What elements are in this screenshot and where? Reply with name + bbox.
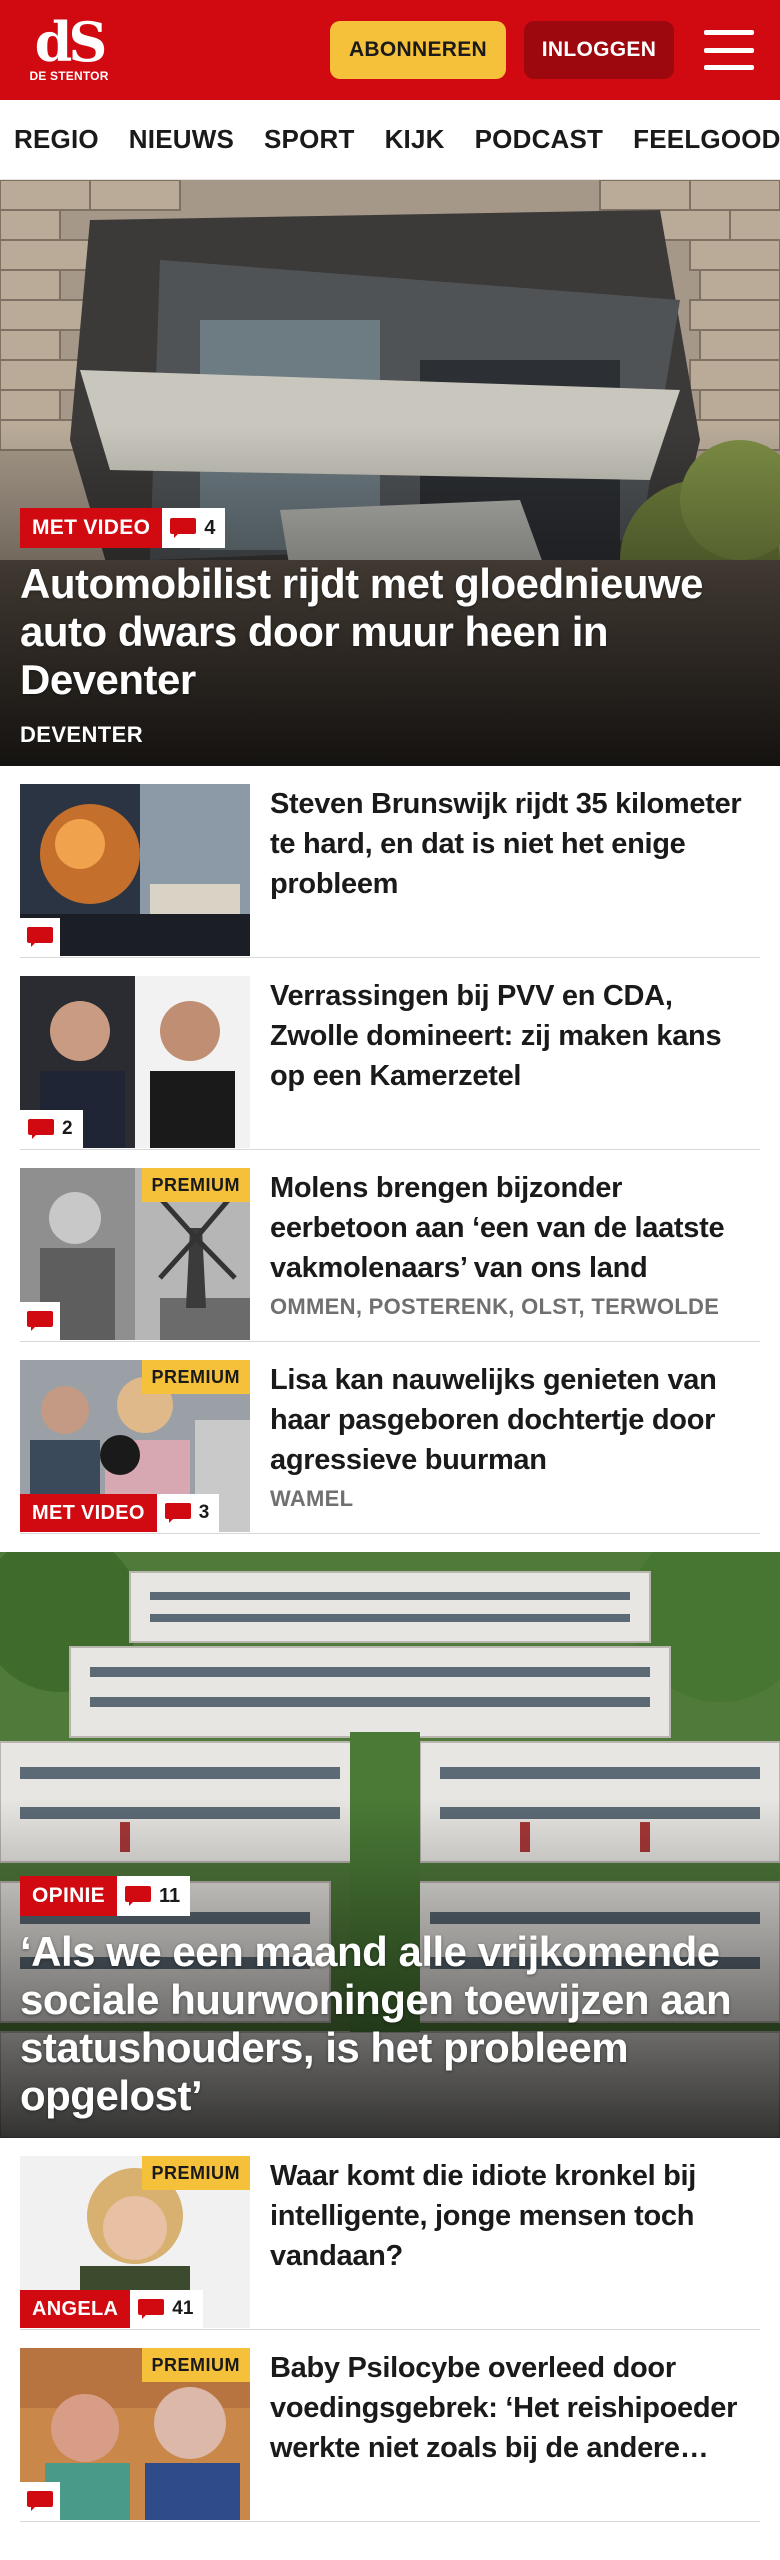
article-list-2: PREMIUM ANGELA 41 Waar komt die idiote k… bbox=[0, 2138, 780, 2522]
premium-badge: PREMIUM bbox=[141, 2156, 250, 2190]
nav-item-feelgood[interactable]: FEELGOOD bbox=[633, 124, 780, 155]
columnist-label: ANGELA bbox=[20, 2290, 131, 2328]
comment-icon bbox=[27, 1311, 53, 1331]
hero-location: DEVENTER bbox=[20, 722, 143, 747]
article-thumbnail: 2 bbox=[20, 976, 250, 1148]
opinion-hero-article[interactable]: OPINIE 11 ‘Als we een maand alle vrijkom… bbox=[0, 1552, 780, 2138]
subscribe-button[interactable]: ABONNEREN bbox=[330, 21, 506, 79]
top-bar: dS DE STENTOR ABONNEREN INLOGGEN bbox=[0, 0, 780, 100]
article-headline[interactable]: Lisa kan nauwelijks genieten van haar pa… bbox=[270, 1360, 760, 1480]
comment-count[interactable]: 2 bbox=[20, 1110, 83, 1148]
premium-badge: PREMIUM bbox=[141, 2348, 250, 2382]
hero-labels: MET VIDEO 4 bbox=[20, 508, 760, 548]
article-headline[interactable]: Baby Psilocybe overleed door voedingsgeb… bbox=[270, 2348, 760, 2468]
nav-item-nieuws[interactable]: NIEUWS bbox=[129, 124, 234, 155]
article-thumbnail: PREMIUM ANGELA 41 bbox=[20, 2156, 250, 2328]
comment-icon bbox=[124, 1886, 151, 1906]
comment-icon bbox=[27, 927, 53, 947]
nav-item-sport[interactable]: SPORT bbox=[264, 124, 355, 155]
premium-badge: PREMIUM bbox=[141, 1360, 250, 1394]
article-headline[interactable]: Molens brengen bijzonder eerbetoon aan ‘… bbox=[270, 1168, 760, 1288]
article-headline[interactable]: Verrassingen bij PVV en CDA, Zwolle domi… bbox=[270, 976, 760, 1096]
comment-button[interactable] bbox=[20, 918, 60, 956]
article-list: Steven Brunswijk rijdt 35 kilometer te h… bbox=[0, 766, 780, 1534]
comment-button[interactable] bbox=[20, 1302, 60, 1340]
nav-item-kijk[interactable]: KIJK bbox=[385, 124, 445, 155]
article-thumbnail: PREMIUM bbox=[20, 1168, 250, 1340]
video-label: MET VIDEO bbox=[20, 1494, 157, 1532]
article-thumbnail bbox=[20, 784, 250, 956]
video-label: MET VIDEO bbox=[20, 508, 163, 548]
comment-count[interactable]: 3 bbox=[156, 1494, 220, 1532]
hero-article[interactable]: MET VIDEO 4 Automobilist rijdt met gloed… bbox=[0, 180, 780, 766]
article-headline[interactable]: Steven Brunswijk rijdt 35 kilometer te h… bbox=[270, 784, 760, 904]
article-headline[interactable]: Waar komt die idiote kronkel bij intelli… bbox=[270, 2156, 760, 2276]
comment-icon bbox=[138, 2299, 165, 2319]
article-thumbnail: PREMIUM bbox=[20, 2348, 250, 2520]
list-item[interactable]: PREMIUM Baby Psilocybe overleed door voe… bbox=[20, 2330, 760, 2522]
comment-icon bbox=[164, 1503, 191, 1523]
comment-count[interactable]: 4 bbox=[162, 508, 226, 548]
list-item[interactable]: 2 Verrassingen bij PVV en CDA, Zwolle do… bbox=[20, 958, 760, 1150]
list-item[interactable]: PREMIUM ANGELA 41 Waar komt die idiote k… bbox=[20, 2138, 760, 2330]
opinion-label: OPINIE bbox=[20, 1876, 117, 1916]
comment-icon bbox=[170, 518, 197, 538]
comment-icon bbox=[27, 2491, 53, 2511]
premium-badge: PREMIUM bbox=[141, 1168, 250, 1202]
nav-item-podcast[interactable]: PODCAST bbox=[475, 124, 604, 155]
article-location: OMMEN, POSTERENK, OLST, TERWOLDE bbox=[270, 1294, 720, 1319]
logo-subtitle: DE STENTOR bbox=[29, 69, 109, 83]
comment-count[interactable]: 41 bbox=[130, 2290, 204, 2328]
nav-item-regio[interactable]: REGIO bbox=[14, 124, 99, 155]
hero-headline[interactable]: Automobilist rijdt met gloednieuwe auto … bbox=[20, 560, 760, 704]
comment-icon bbox=[28, 1119, 54, 1139]
article-thumbnail: PREMIUM MET VIDEO 3 bbox=[20, 1360, 250, 1532]
hero-headline[interactable]: ‘Als we een maand alle vrijkomende socia… bbox=[20, 1928, 760, 2120]
section-nav: REGIO NIEUWS SPORT KIJK PODCAST FEELGOOD bbox=[0, 100, 780, 180]
list-item[interactable]: Steven Brunswijk rijdt 35 kilometer te h… bbox=[20, 766, 760, 958]
list-item[interactable]: PREMIUM Molens brengen bijzonder eerbeto… bbox=[20, 1150, 760, 1342]
comment-button[interactable] bbox=[20, 2482, 60, 2520]
login-button[interactable]: INLOGGEN bbox=[524, 21, 674, 79]
comment-count[interactable]: 11 bbox=[116, 1876, 191, 1916]
menu-icon[interactable] bbox=[704, 30, 754, 70]
article-location: WAMEL bbox=[270, 1486, 354, 1511]
logo-mark: dS bbox=[34, 10, 108, 74]
site-logo[interactable]: dS DE STENTOR bbox=[28, 10, 110, 83]
hero-labels: OPINIE 11 bbox=[20, 1876, 760, 1916]
list-item[interactable]: PREMIUM MET VIDEO 3 Lisa kan nauwelijks … bbox=[20, 1342, 760, 1534]
